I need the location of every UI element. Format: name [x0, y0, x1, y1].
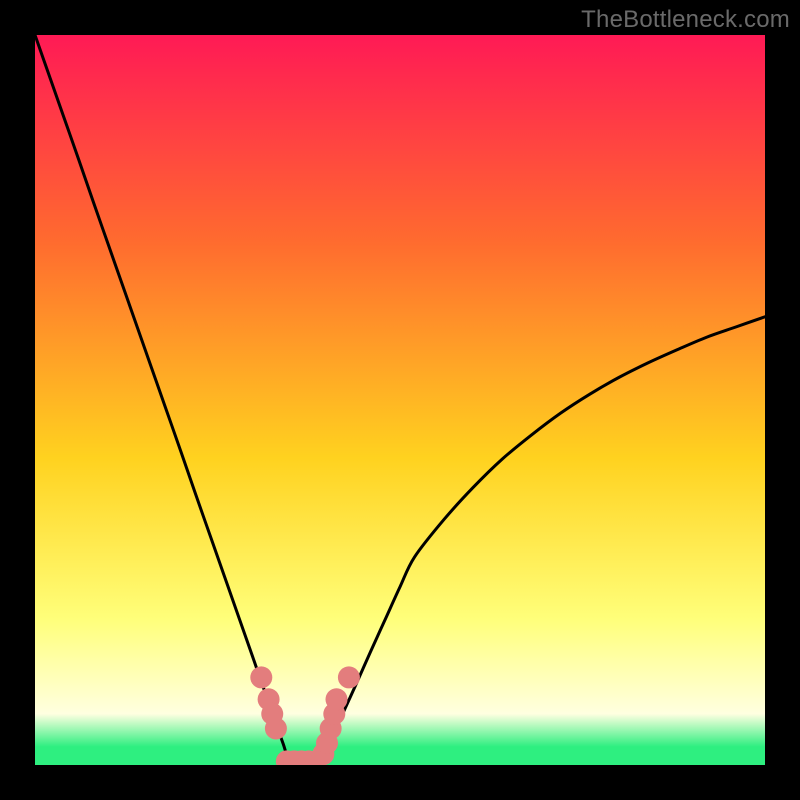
- curve-marker: [325, 688, 347, 710]
- chart-frame: TheBottleneck.com: [0, 0, 800, 800]
- curve-layer: [35, 35, 765, 765]
- watermark-text: TheBottleneck.com: [581, 6, 790, 34]
- bottleneck-curve: [35, 35, 765, 765]
- curve-marker: [265, 718, 287, 740]
- plot-area: [35, 35, 765, 765]
- curve-marker: [250, 666, 272, 688]
- curve-marker: [338, 666, 360, 688]
- curve-markers: [250, 666, 360, 765]
